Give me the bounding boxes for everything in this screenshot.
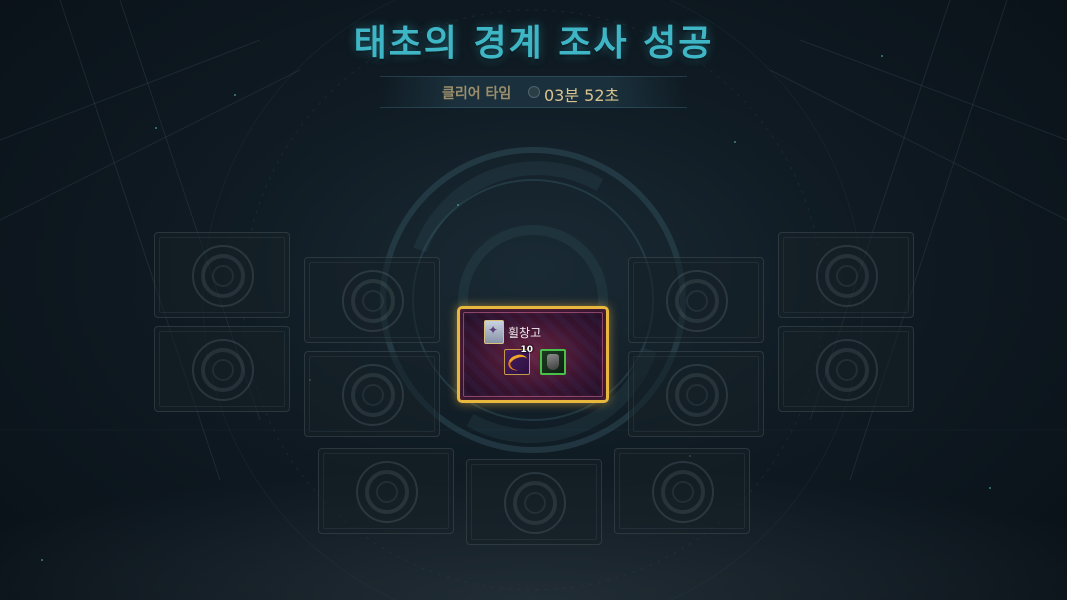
armor-chest-icon — [547, 354, 559, 370]
result-title: 태초의 경계 조사 성공 — [353, 23, 714, 64]
empty-reward-card — [304, 351, 440, 437]
card-emblem-icon — [342, 364, 404, 426]
empty-reward-card — [154, 326, 290, 412]
empty-reward-card — [466, 459, 602, 545]
reward-card[interactable]: 휠창고 10 — [457, 306, 609, 403]
item-count: 10 — [520, 345, 533, 355]
reward-item-slot[interactable] — [540, 349, 566, 375]
card-emblem-icon — [652, 461, 714, 523]
empty-reward-card — [304, 257, 440, 343]
reward-card-frame: 휠창고 10 — [463, 312, 603, 397]
clock-icon — [528, 86, 540, 98]
card-emblem-icon — [504, 472, 566, 534]
empty-reward-card — [628, 257, 764, 343]
card-emblem-icon — [192, 245, 254, 307]
empty-reward-card — [154, 232, 290, 318]
empty-reward-card — [614, 448, 750, 534]
card-emblem-icon — [666, 364, 728, 426]
card-emblem-icon — [356, 461, 418, 523]
empty-reward-card — [778, 232, 914, 318]
clear-time-value: 03분 52초 — [544, 86, 620, 105]
crescent-blade-icon — [506, 352, 530, 373]
empty-reward-card — [628, 351, 764, 437]
clear-time-bar: 클리어 타임 03분 52초 — [380, 76, 687, 108]
empty-reward-card — [778, 326, 914, 412]
card-emblem-icon — [816, 245, 878, 307]
player-name: 휠창고 — [508, 326, 542, 340]
card-emblem-icon — [342, 270, 404, 332]
card-emblem-icon — [192, 339, 254, 401]
card-emblem-icon — [816, 339, 878, 401]
character-portrait-icon — [484, 320, 504, 344]
empty-reward-card — [318, 448, 454, 534]
reward-item-slot[interactable]: 10 — [504, 345, 533, 375]
card-emblem-icon — [666, 270, 728, 332]
clear-time-label: 클리어 타임 — [442, 86, 512, 102]
